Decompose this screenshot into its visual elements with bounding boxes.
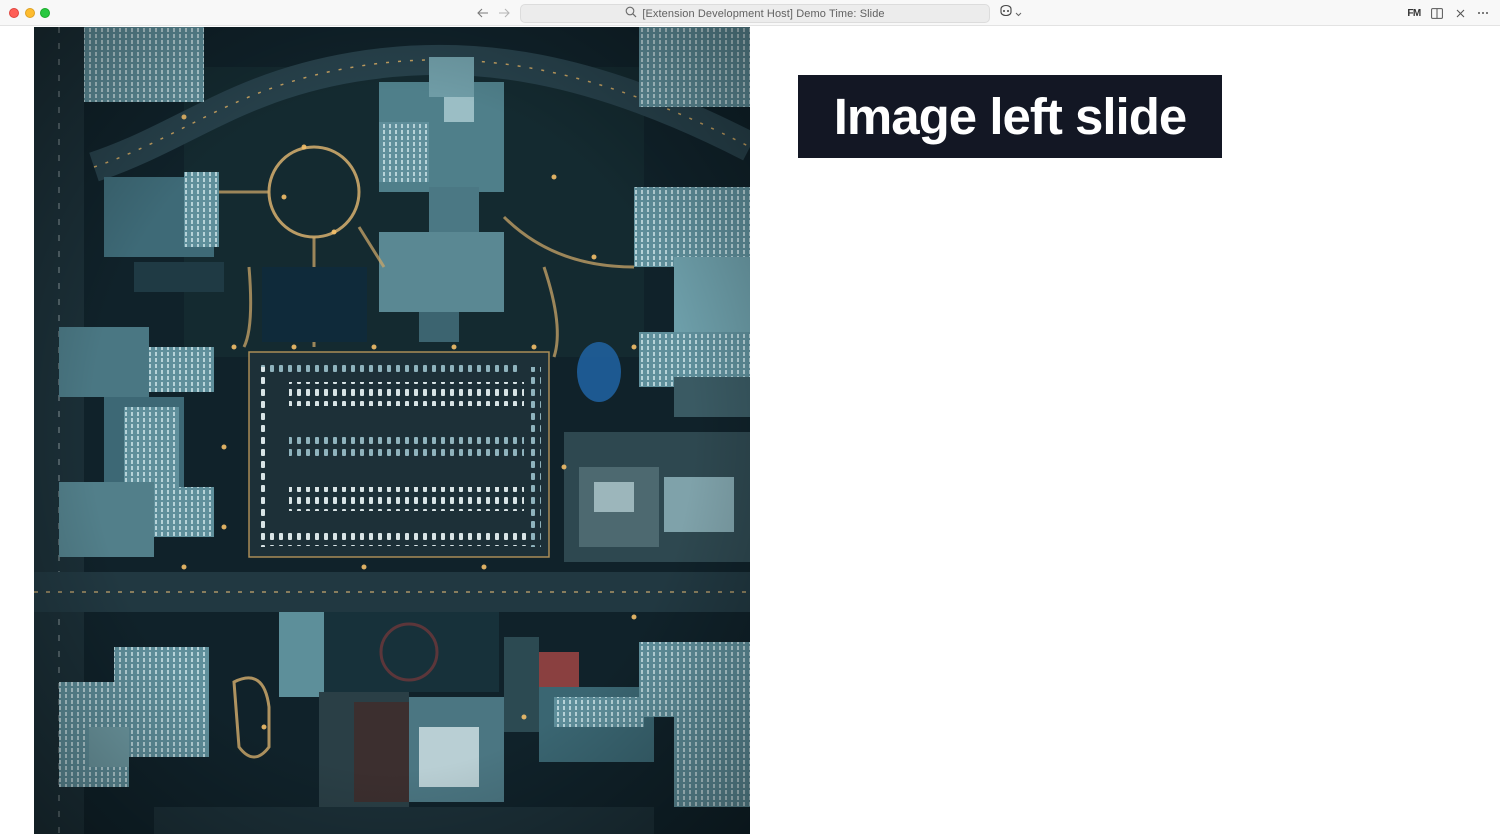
slide-canvas: Image left slide — [0, 27, 1500, 834]
copilot-icon — [999, 4, 1013, 22]
front-matter-icon[interactable]: FM — [1407, 5, 1421, 21]
split-editor-icon[interactable] — [1430, 5, 1444, 21]
copilot-menu-button[interactable] — [999, 4, 1022, 22]
command-center-search[interactable]: [Extension Development Host] Demo Time: … — [520, 4, 990, 23]
slide-title: Image left slide — [833, 88, 1187, 145]
window-title-bar: [Extension Development Host] Demo Time: … — [0, 0, 1500, 26]
window-maximize-button[interactable] — [40, 8, 50, 18]
slide-title-box: Image left slide — [798, 75, 1222, 158]
search-icon — [625, 5, 637, 23]
forward-arrow-icon[interactable] — [496, 5, 512, 21]
aerial-city-photo — [34, 27, 750, 834]
chevron-down-icon — [1015, 4, 1022, 22]
more-icon[interactable] — [1476, 5, 1490, 21]
back-arrow-icon[interactable] — [475, 5, 491, 21]
command-center-text: [Extension Development Host] Demo Time: … — [642, 7, 885, 20]
close-icon[interactable] — [1453, 5, 1467, 21]
window-minimize-button[interactable] — [25, 8, 35, 18]
window-close-button[interactable] — [9, 8, 19, 18]
editor-actions: FM — [1407, 5, 1490, 21]
